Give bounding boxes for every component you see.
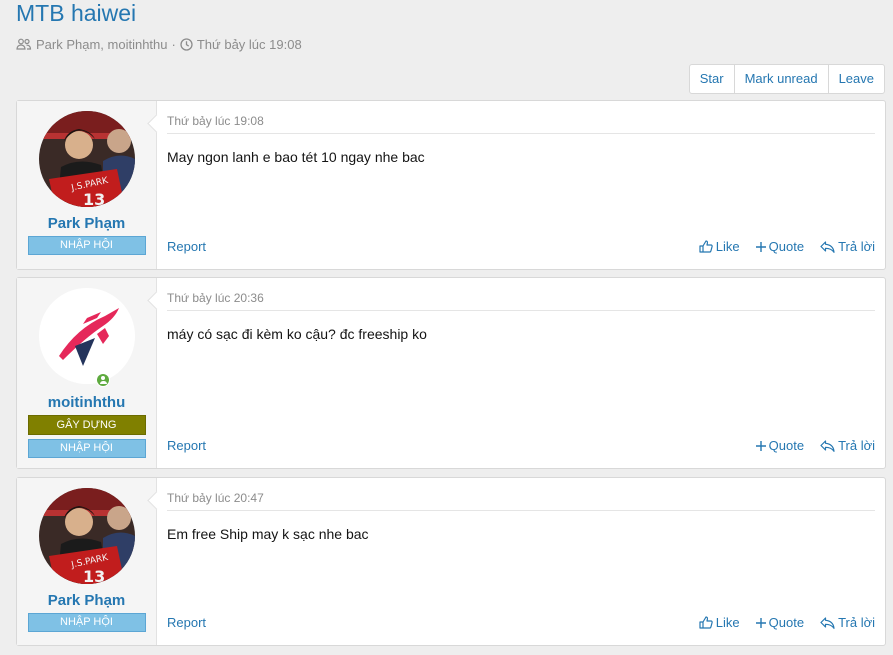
post-actions: Report Like Quote Trả lời	[167, 615, 875, 630]
user-banner: NHẬP HỘI	[27, 439, 146, 458]
thread-start-date[interactable]: Thứ bảy lúc 19:08	[197, 37, 302, 52]
reply-button[interactable]: Trả lời	[820, 239, 875, 254]
clock-icon	[180, 38, 193, 51]
post-user-cell: moitinhthu GÂY DỰNG NHẬP HỘI	[17, 278, 157, 468]
reply-icon	[820, 240, 835, 253]
post-user-cell: J.S.PARK 13 Park Phạm NHẬP HỘI	[17, 101, 157, 269]
quote-label: Quote	[768, 239, 805, 254]
report-link[interactable]: Report	[167, 438, 206, 453]
reply-label: Trả lời	[838, 615, 875, 630]
quote-label: Quote	[768, 615, 805, 630]
post-actions: Report Quote Trả lời	[167, 438, 875, 453]
post-actions: Report Like Quote Trả lời	[167, 239, 875, 254]
plus-icon	[755, 440, 766, 451]
avatar[interactable]: J.S.PARK 13	[38, 111, 135, 207]
plus-icon	[755, 617, 766, 628]
like-button[interactable]: Like	[699, 615, 740, 630]
thread-meta: Park Phạm, moitinhthu · Thứ bảy lúc 19:0…	[16, 37, 302, 52]
like-label: Like	[715, 615, 740, 630]
post-message: May ngon lanh e bao tét 10 ngay nhe bac	[167, 149, 425, 165]
reply-label: Trả lời	[838, 239, 875, 254]
username[interactable]: moitinhthu	[48, 394, 125, 411]
leave-button[interactable]: Leave	[827, 65, 884, 93]
post-date[interactable]: Thứ bảy lúc 20:47	[167, 491, 875, 511]
online-icon	[96, 373, 110, 387]
thumbs-up-icon	[699, 240, 713, 253]
user-banner: GÂY DỰNG	[27, 415, 146, 435]
quote-label: Quote	[768, 438, 805, 453]
username[interactable]: Park Phạm	[48, 592, 126, 609]
post-body: Thứ bảy lúc 19:08 May ngon lanh e bao té…	[157, 101, 885, 269]
reply-button[interactable]: Trả lời	[820, 615, 875, 630]
post-date[interactable]: Thứ bảy lúc 19:08	[167, 114, 875, 134]
reply-label: Trả lời	[838, 438, 875, 453]
report-link[interactable]: Report	[167, 615, 206, 630]
reply-icon	[820, 439, 835, 452]
post: J.S.PARK 13 Park Phạm NHẬP HỘI Thứ bảy l…	[16, 100, 886, 270]
svg-text:13: 13	[83, 190, 105, 207]
post: J.S.PARK 13 Park Phạm NHẬP HỘI Thứ bảy l…	[16, 477, 886, 646]
avatar[interactable]: J.S.PARK 13	[38, 488, 135, 584]
user-banner: NHẬP HỘI	[27, 613, 146, 632]
meta-separator: ·	[171, 37, 176, 52]
participants-link[interactable]: Park Phạm, moitinhthu	[36, 37, 168, 52]
reply-icon	[820, 616, 835, 629]
mark-unread-button[interactable]: Mark unread	[733, 65, 828, 93]
thread-toolbar: Star Mark unread Leave	[688, 64, 885, 94]
post-message: Em free Ship may k sạc nhe bac	[167, 526, 369, 542]
post-body: Thứ bảy lúc 20:36 máy có sạc đi kèm ko c…	[157, 278, 885, 468]
report-link[interactable]: Report	[167, 239, 206, 254]
like-label: Like	[715, 239, 740, 254]
quote-button[interactable]: Quote	[755, 239, 805, 254]
post-user-cell: J.S.PARK 13 Park Phạm NHẬP HỘI	[17, 478, 157, 645]
username[interactable]: Park Phạm	[48, 215, 126, 232]
quote-button[interactable]: Quote	[755, 615, 805, 630]
post-date[interactable]: Thứ bảy lúc 20:36	[167, 291, 875, 311]
thread-title: MTB haiwei	[16, 0, 137, 26]
post: moitinhthu GÂY DỰNG NHẬP HỘI Thứ bảy lúc…	[16, 277, 886, 469]
star-button[interactable]: Star	[690, 65, 734, 93]
plus-icon	[755, 241, 766, 252]
quote-button[interactable]: Quote	[755, 438, 805, 453]
users-icon	[16, 38, 32, 51]
post-message: máy có sạc đi kèm ko cậu? đc freeship ko	[167, 326, 427, 342]
thumbs-up-icon	[699, 616, 713, 629]
post-body: Thứ bảy lúc 20:47 Em free Ship may k sạc…	[157, 478, 885, 645]
avatar[interactable]	[38, 288, 135, 384]
like-button[interactable]: Like	[699, 239, 740, 254]
user-banner: NHẬP HỘI	[27, 236, 146, 255]
svg-text:13: 13	[83, 567, 105, 584]
reply-button[interactable]: Trả lời	[820, 438, 875, 453]
